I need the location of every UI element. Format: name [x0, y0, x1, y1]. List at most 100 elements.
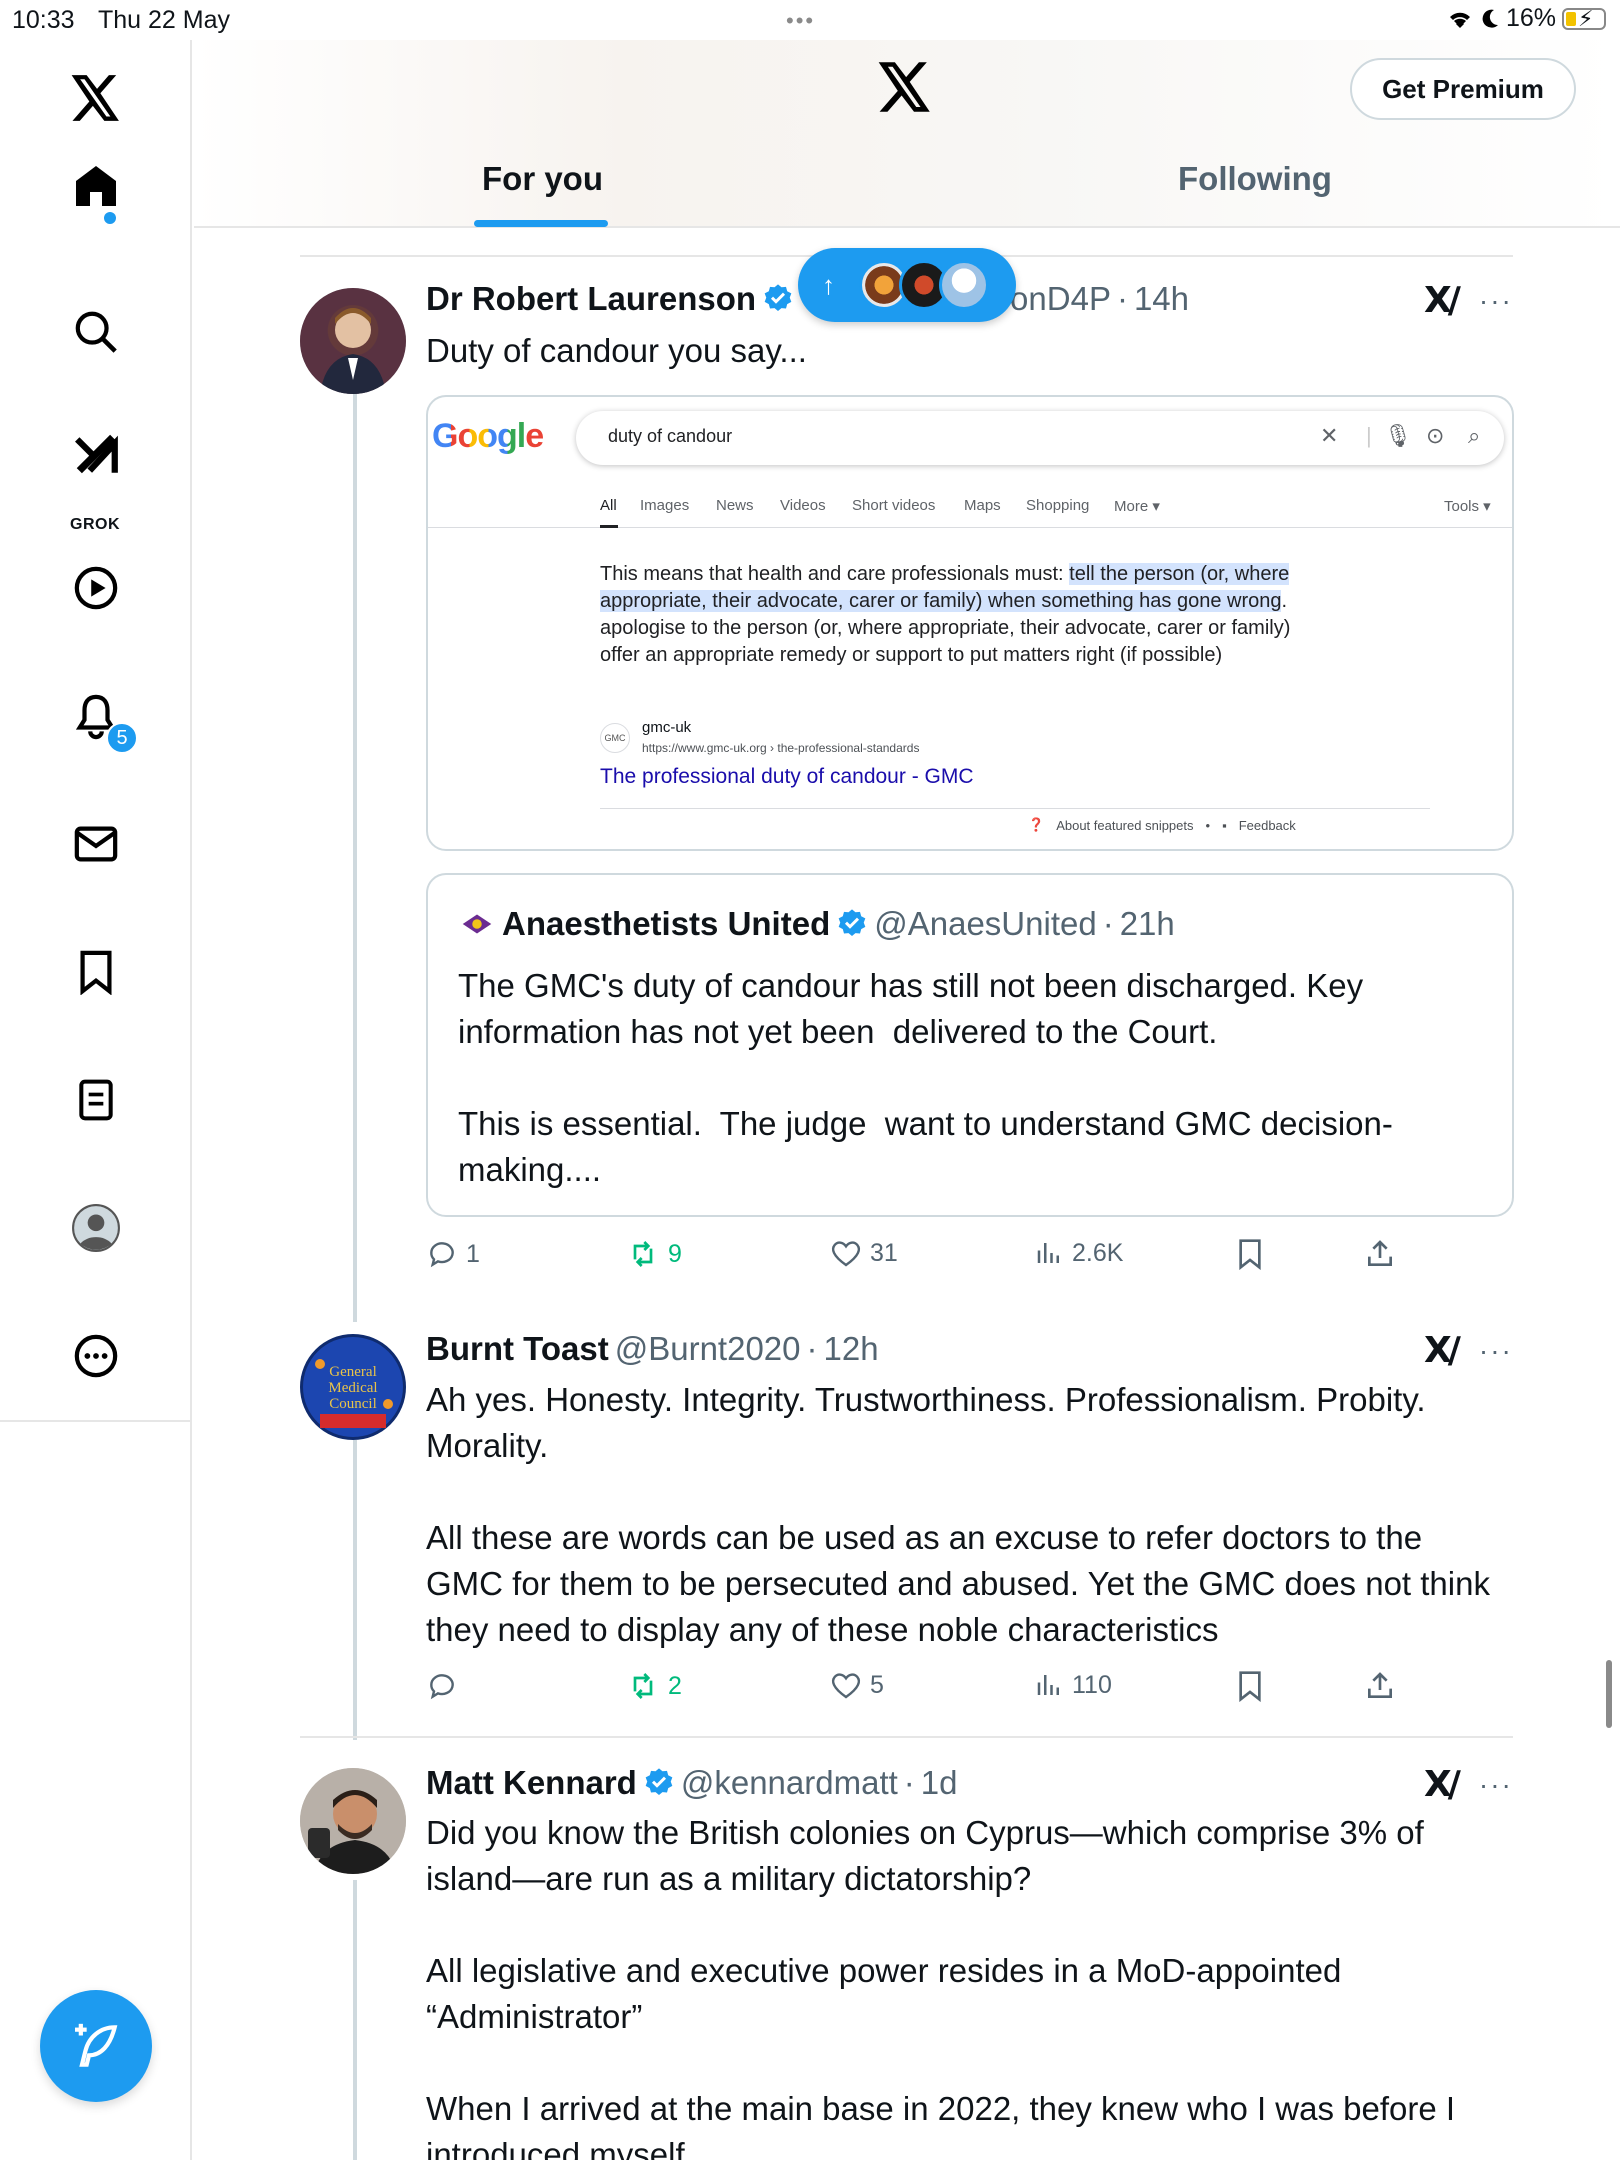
post-text: Duty of candour you say... [426, 332, 807, 369]
like-button[interactable]: 5 [830, 1670, 884, 1700]
more-options-icon[interactable]: ··· [1479, 1769, 1513, 1801]
reply-button[interactable] [426, 1670, 466, 1702]
home-icon[interactable] [66, 156, 126, 216]
search-query: duty of candour [608, 426, 733, 446]
avatar[interactable] [300, 288, 406, 394]
author-handle[interactable]: @kennardmatt [681, 1764, 898, 1802]
svg-text:Medical: Medical [328, 1380, 377, 1396]
search-icon[interactable] [66, 302, 126, 362]
like-button[interactable]: 31 [830, 1238, 898, 1268]
list-icon[interactable] [66, 1070, 126, 1130]
heart-icon [831, 1673, 861, 1699]
views-button[interactable]: 2.6K [1034, 1238, 1123, 1268]
views-icon [1037, 1243, 1059, 1263]
play-icon[interactable] [66, 558, 126, 618]
bookmark-button[interactable] [1236, 1238, 1264, 1270]
profile-icon[interactable] [66, 1198, 126, 1258]
grok-label: GROK [70, 516, 120, 533]
google-nav-item: All [600, 497, 617, 514]
home-unread-dot [104, 212, 116, 224]
quote-avatar [459, 906, 495, 942]
google-nav-item: Images [640, 497, 690, 514]
source-favicon: GMC [600, 723, 630, 753]
author-handle[interactable]: onD4P [1010, 280, 1111, 318]
compose-button[interactable] [40, 1990, 152, 2102]
bookmark-button[interactable] [1236, 1670, 1264, 1702]
google-logo-text: Google [432, 417, 544, 455]
google-nav-item: Shopping [1026, 497, 1090, 514]
reply-button[interactable]: 1 [426, 1238, 480, 1270]
more-icon[interactable] [66, 1326, 126, 1386]
thread-line [353, 1880, 357, 2160]
author-handle[interactable]: @Burnt2020 [615, 1330, 801, 1368]
multitask-dots-icon[interactable]: ••• [786, 8, 815, 34]
author-name[interactable]: Matt Kennard [426, 1764, 637, 1802]
post-time[interactable]: 14h [1134, 280, 1189, 318]
scrollbar[interactable] [1606, 1660, 1612, 1728]
author-name[interactable]: Burnt Toast [426, 1330, 609, 1368]
share-button[interactable] [1364, 1670, 1396, 1702]
bookmark-icon[interactable] [66, 942, 126, 1002]
verified-badge-icon [764, 284, 792, 311]
snippet-text: This means that health and care professi… [600, 563, 1070, 585]
bookmark-icon [1239, 1671, 1261, 1702]
post-actions: 1 9 31 2.6K [426, 1238, 1426, 1278]
separator: · [1102, 905, 1114, 942]
get-premium-button[interactable]: Get Premium [1350, 58, 1576, 120]
author-name[interactable]: Dr Robert Laurenson [426, 280, 756, 318]
result-title: The professional duty of candour - GMC [600, 765, 974, 788]
lens-icon: ⊙ [1426, 423, 1445, 448]
share-button[interactable] [1364, 1238, 1396, 1270]
more-options-icon[interactable]: ··· [1479, 285, 1513, 317]
views-button[interactable]: 110 [1034, 1670, 1112, 1700]
grok-icon[interactable]: X/ [1424, 1330, 1461, 1371]
reply-icon [430, 1242, 454, 1268]
timeline-header: Get Premium For you Following [194, 40, 1620, 228]
grok-icon[interactable]: X/ [1424, 1764, 1461, 1805]
tab-for-you[interactable]: For you [482, 160, 603, 198]
avatar [939, 260, 989, 310]
repost-button[interactable]: 2 [626, 1670, 682, 1702]
new-posts-pill[interactable]: ↑ [798, 248, 1016, 322]
thread-line [353, 392, 357, 1322]
avatar[interactable]: General Medical Council [300, 1334, 406, 1440]
verified-badge-icon [645, 1768, 673, 1795]
grok-icon[interactable]: X/ [1424, 280, 1461, 321]
more-options-icon[interactable]: ··· [1479, 1335, 1513, 1367]
view-count: 110 [1072, 1670, 1112, 1699]
sidebar: GROK 5 [0, 40, 192, 1420]
post-time[interactable]: 12h [824, 1330, 879, 1368]
x-logo-icon[interactable] [66, 68, 126, 128]
post-text: Did you know the British colonies on Cyp… [426, 1814, 1456, 2160]
mail-icon[interactable] [66, 814, 126, 874]
quote-author-handle: @AnaesUnited [874, 905, 1097, 942]
battery-icon: ⚡ [1562, 6, 1606, 31]
repost-count: 9 [668, 1239, 682, 1268]
status-bar: 10:33 Thu 22 May ••• 16% ⚡ [0, 0, 1620, 40]
repost-button[interactable]: 9 [626, 1238, 682, 1270]
google-logo: Google [432, 417, 544, 456]
repost-count: 2 [668, 1671, 682, 1700]
post-time[interactable]: 1d [921, 1764, 958, 1802]
embedded-image[interactable]: Google duty of candour ✕ | 🎙 ⊙ ⌕ All Ima… [426, 395, 1514, 851]
quoted-post[interactable]: Anaesthetists United @AnaesUnited · 21h … [426, 873, 1514, 1217]
repost-icon [633, 1673, 653, 1699]
feedback-link: Feedback [1238, 817, 1296, 833]
avatar[interactable] [300, 1768, 406, 1874]
divider [300, 1736, 1513, 1738]
tab-following[interactable]: Following [1178, 160, 1332, 198]
active-nav-indicator [600, 525, 618, 528]
help-icon: ❓ [1028, 817, 1045, 832]
verified-badge-icon [838, 909, 866, 936]
quote-text: The GMC's duty of candour has still not … [458, 967, 1393, 1188]
view-count: 2.6K [1072, 1238, 1124, 1267]
compose-icon [75, 2023, 118, 2067]
post-text: Ah yes. Honesty. Integrity. Trustworthin… [426, 1381, 1490, 1648]
svg-text:General: General [329, 1364, 376, 1380]
grok-icon[interactable] [66, 424, 126, 484]
x-logo-icon[interactable] [878, 62, 932, 117]
status-date: Thu 22 May [98, 6, 231, 34]
snippet-footer: ❓ About featured snippets • ▪ Feedback [1028, 817, 1296, 833]
wifi-icon [1449, 12, 1470, 28]
reply-count: 1 [466, 1239, 480, 1268]
